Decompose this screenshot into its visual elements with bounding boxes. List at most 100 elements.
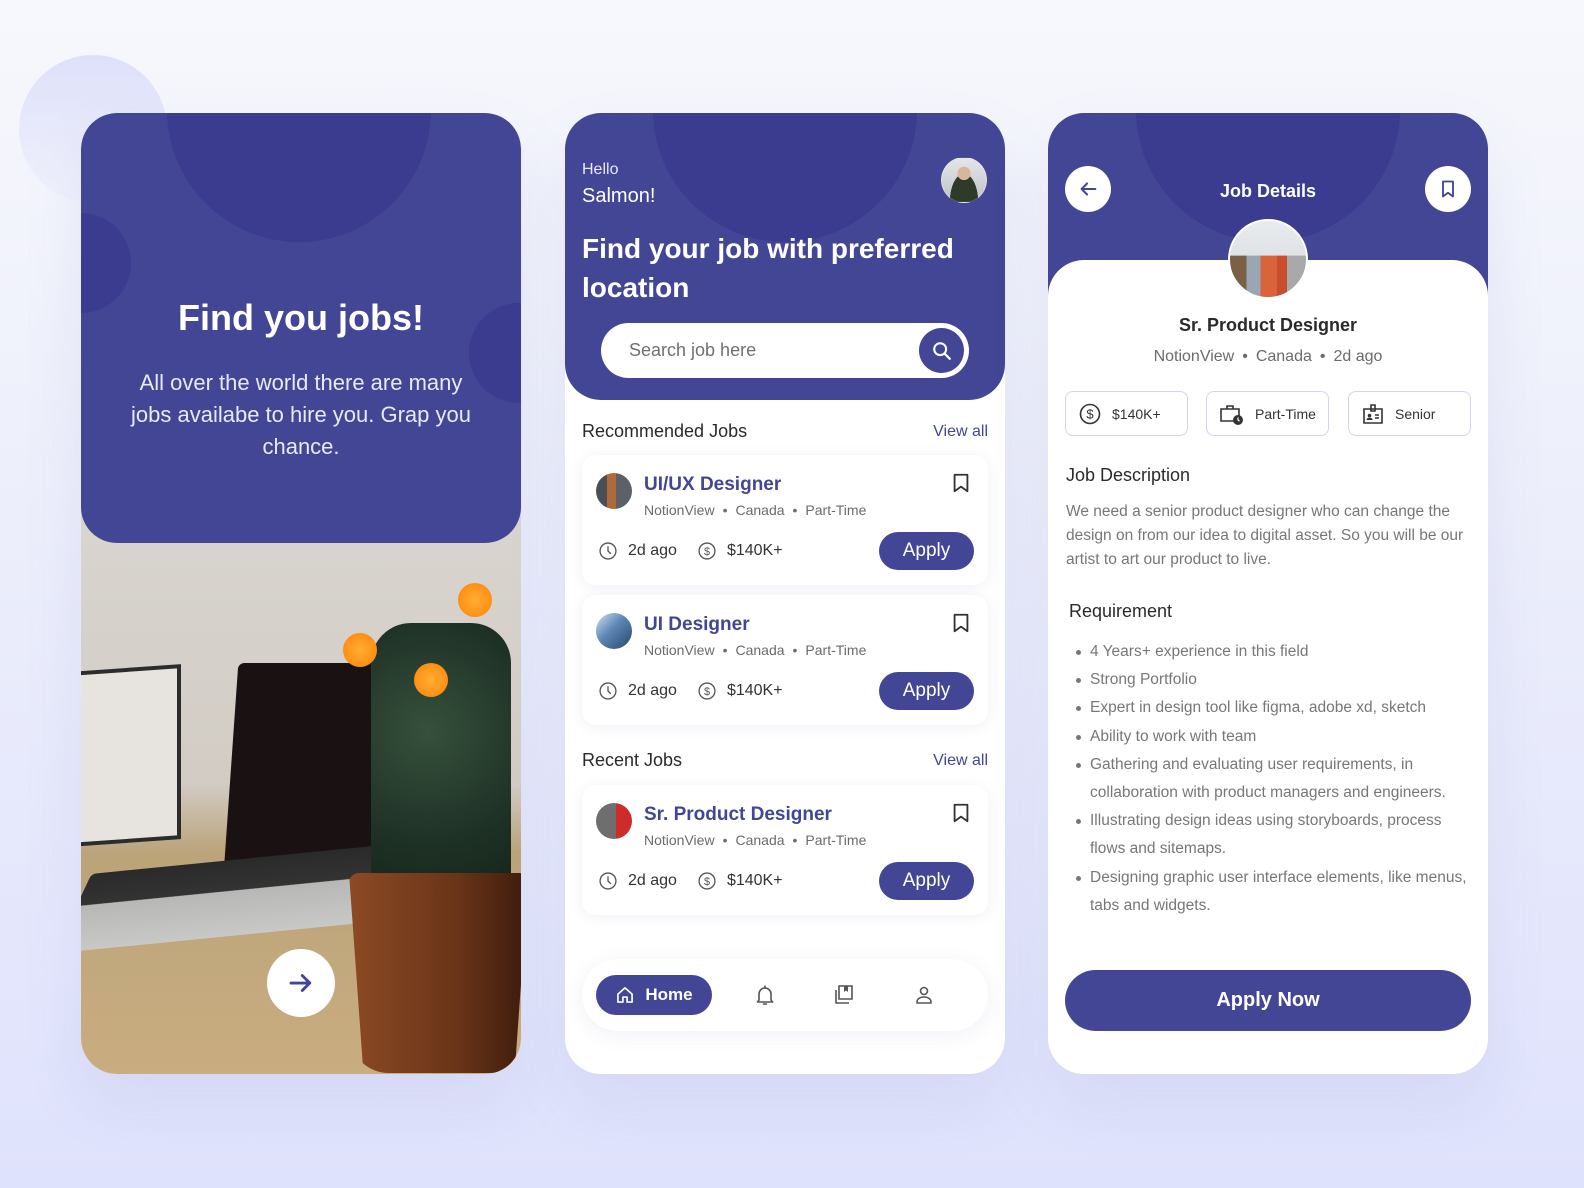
job-card[interactable]: UI Designer NotionView • Canada • Part-Time … [582, 595, 988, 725]
posted-time: 2d ago [628, 682, 677, 699]
chip-label: $140K+ [1112, 405, 1161, 422]
job-title[interactable]: Sr. Product Designer [644, 804, 832, 826]
search-bar [601, 323, 969, 378]
recent-header: Recent Jobs View all [582, 750, 988, 771]
bookmark-icon[interactable] [950, 801, 972, 825]
svg-text:$: $ [1086, 406, 1094, 421]
next-button[interactable] [267, 949, 335, 1017]
description-heading: Job Description [1066, 465, 1191, 485]
search-input[interactable] [629, 340, 899, 361]
job-card[interactable]: Sr. Product Designer NotionView • Canada • P… [582, 785, 988, 915]
job-footer: 2d ago $ $140K+ [598, 871, 783, 891]
job-title[interactable]: UI Designer [644, 614, 750, 636]
apply-button[interactable]: Apply [879, 862, 974, 900]
bookmark-icon[interactable] [950, 471, 972, 495]
dollar-icon: $ [698, 682, 716, 700]
bookmark-icon[interactable] [950, 611, 972, 635]
job-type-chip: Part-Time [1206, 391, 1329, 436]
job-location: Canada [735, 502, 785, 518]
job-meta: NotionView • Canada • Part-Time [644, 502, 866, 518]
separator: • [792, 832, 798, 848]
save-job-button[interactable] [1425, 166, 1471, 212]
requirement-item: Designing graphic user interface element… [1070, 864, 1470, 920]
company-logo [1228, 219, 1308, 299]
cactus-flower [343, 633, 377, 667]
id-badge-icon [1363, 403, 1383, 424]
arrow-right-icon [289, 974, 312, 992]
view-all-link[interactable]: View all [933, 752, 988, 770]
separator: • [792, 502, 798, 518]
job-details-screen: Job Details Sr. Product Designer NotionV… [1048, 113, 1488, 1074]
separator: • [722, 502, 728, 518]
job-card[interactable]: UI/UX Designer NotionView • Canada • Part-Ti… [582, 455, 988, 585]
apply-now-button[interactable]: Apply Now [1065, 970, 1471, 1031]
job-type: Part-Time [805, 502, 867, 518]
job-meta: NotionView • Canada • 2d ago [1048, 348, 1488, 366]
onboarding-header: Find you jobs! All over the world there … [81, 113, 521, 543]
job-type: Part-Time [805, 832, 867, 848]
posted-time: 2d ago [628, 872, 677, 889]
section-title: Recent Jobs [582, 750, 683, 770]
separator: • [722, 832, 728, 848]
salary: $140K+ [726, 682, 783, 699]
headline: Find your job with preferred location [582, 233, 954, 303]
cactus [371, 623, 511, 893]
photo-frame [81, 664, 181, 847]
svg-text:$: $ [704, 686, 710, 698]
company-name: NotionView [644, 642, 715, 658]
bell-icon[interactable] [753, 983, 777, 1007]
company-logo [596, 473, 632, 509]
salary: $140K+ [726, 542, 783, 559]
clock-icon [599, 682, 617, 700]
company-logo [596, 613, 632, 649]
svg-text:$: $ [704, 546, 710, 558]
salary-chip: $ $140K+ [1065, 391, 1188, 436]
bottom-nav: Home [582, 959, 988, 1031]
clock-icon [599, 542, 617, 560]
search-icon [932, 341, 951, 360]
job-footer: 2d ago $ $140K+ [598, 541, 783, 561]
view-all-link[interactable]: View all [933, 423, 988, 441]
home-screen: Hello Salmon! Find your job with preferr… [565, 113, 1005, 1074]
decor-circle [167, 113, 431, 242]
greeting: Hello [582, 161, 619, 178]
level-chip: Senior [1348, 391, 1471, 436]
avatar[interactable] [941, 157, 987, 203]
job-location: Canada [735, 832, 785, 848]
requirement-item: 4 Years+ experience in this field [1070, 638, 1470, 666]
requirement-heading: Requirement [1069, 601, 1173, 621]
requirement-item: Strong Portfolio [1070, 666, 1470, 694]
nav-home-label: Home [645, 985, 693, 1004]
requirement-item: Gathering and evaluating user requiremen… [1070, 751, 1470, 807]
job-meta: NotionView • Canada • Part-Time [644, 642, 866, 658]
company-name: NotionView [644, 502, 715, 518]
job-title[interactable]: UI/UX Designer [644, 474, 781, 496]
company-name: NotionView [1153, 348, 1235, 365]
apply-button[interactable]: Apply [879, 672, 974, 710]
clock-icon [599, 872, 617, 890]
separator: • [792, 642, 798, 658]
search-button[interactable] [919, 328, 964, 373]
company-name: NotionView [644, 832, 715, 848]
onboarding-screen: Find you jobs! All over the world there … [81, 113, 521, 1074]
job-location: Canada [735, 642, 785, 658]
chip-label: Part-Time [1255, 405, 1316, 422]
saved-jobs-icon[interactable] [832, 983, 856, 1007]
job-location: Canada [1255, 348, 1312, 365]
separator: • [722, 642, 728, 658]
requirement-item: Expert in design tool like figma, adobe … [1070, 694, 1470, 722]
user-name: Salmon! [582, 185, 656, 207]
dollar-icon: $ [1079, 403, 1101, 424]
profile-icon[interactable] [912, 983, 936, 1007]
header-title: Job Details [1219, 181, 1317, 201]
nav-home[interactable]: Home [596, 975, 712, 1015]
job-type: Part-Time [805, 642, 867, 658]
apply-button[interactable]: Apply [879, 532, 974, 570]
job-meta: NotionView • Canada • Part-Time [644, 832, 866, 848]
company-logo [596, 803, 632, 839]
onboarding-description: All over the world there are many jobs a… [131, 370, 471, 459]
flower-pot [349, 873, 521, 1073]
salary: $140K+ [726, 872, 783, 889]
posted-time: 2d ago [628, 542, 677, 559]
recommended-header: Recommended Jobs View all [582, 421, 988, 442]
